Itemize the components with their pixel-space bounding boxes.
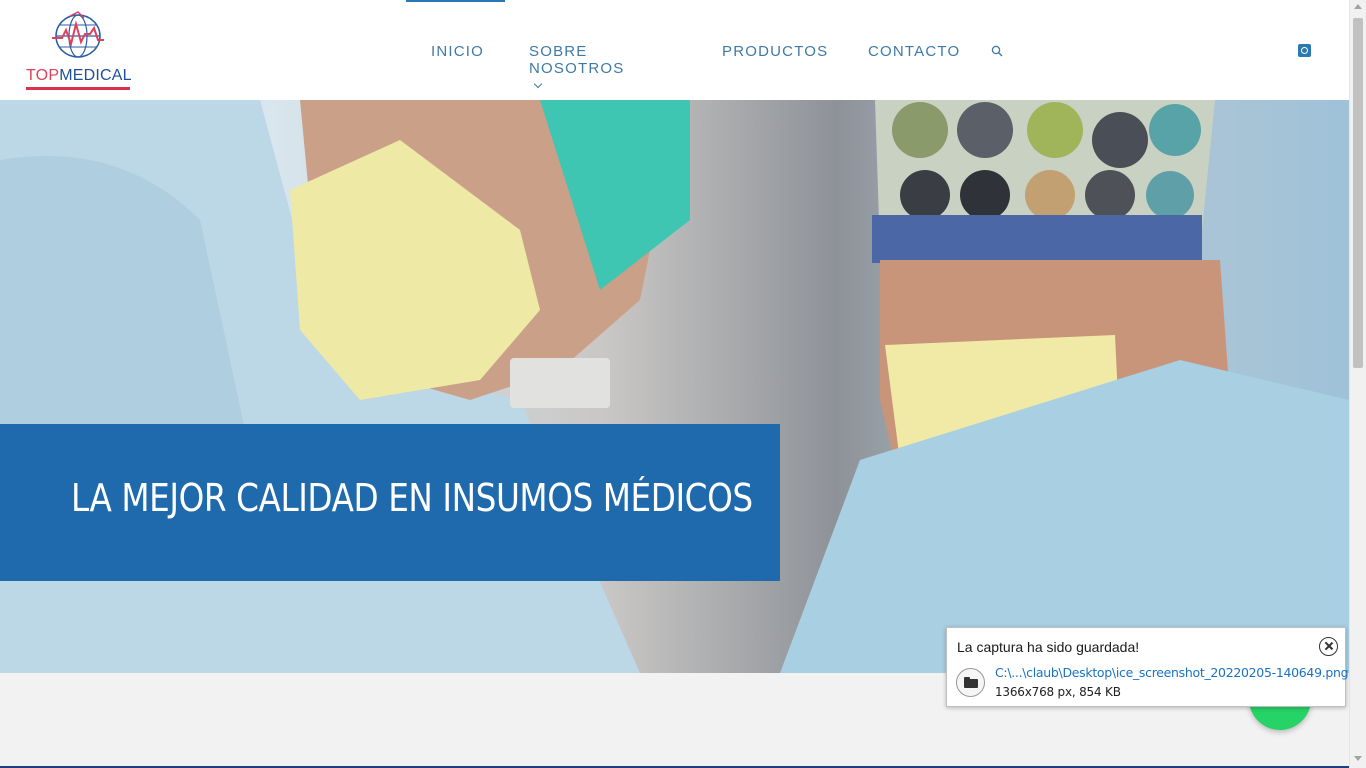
vertical-scrollbar[interactable] [1349,0,1366,768]
logo-text: TOPMEDICAL [26,67,132,84]
file-info: 1366x768 px, 854 KB [995,685,1121,699]
globe-logo-icon [52,11,104,58]
folder-icon[interactable] [956,668,985,697]
search-icon[interactable] [991,45,1003,57]
nav-active-indicator [406,0,505,2]
file-path-link[interactable]: C:\...\claub\Desktop\ice_screenshot_2022… [995,665,1349,680]
logo-underline [26,87,130,90]
scroll-up-arrow-icon[interactable] [1354,4,1362,9]
chevron-down-icon [533,79,543,89]
hero-banner: LA MEJOR CALIDAD EN INSUMOS MÉDICOS [0,424,780,581]
site-header: TOPMEDICAL INICIO SOBRE NOSOTROS PRODUCT… [0,0,1349,100]
instagram-icon[interactable] [1298,44,1311,57]
hero-image: LA MEJOR CALIDAD EN INSUMOS MÉDICOS [0,100,1349,673]
nav-inicio[interactable]: INICIO [431,43,484,60]
nav-sobre-nosotros[interactable]: SOBRE NOSOTROS [529,43,624,94]
nav-sobre-nosotros-label: SOBRE NOSOTROS [529,43,625,77]
scroll-thumb[interactable] [1353,18,1363,368]
nav-productos[interactable]: PRODUCTOS [722,43,828,60]
logo[interactable]: TOPMEDICAL [26,10,132,92]
nav-contacto[interactable]: CONTACTO [868,43,960,60]
hero-headline: LA MEJOR CALIDAD EN INSUMOS MÉDICOS [71,476,753,520]
surgeons-photo [0,100,1349,673]
close-icon[interactable] [1319,637,1338,656]
scroll-down-arrow-icon[interactable] [1354,756,1362,761]
notification-title: La captura ha sido guardada! [957,639,1140,655]
page: TOPMEDICAL INICIO SOBRE NOSOTROS PRODUCT… [0,0,1366,768]
screenshot-notification: La captura ha sido guardada! C:\...\clau… [946,627,1349,707]
